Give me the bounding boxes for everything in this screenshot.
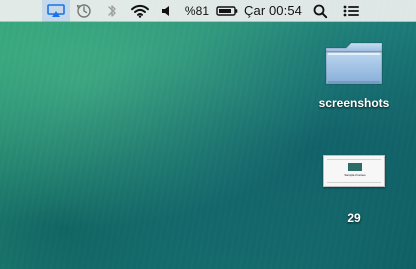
spotlight-button[interactable] <box>306 0 334 22</box>
airplay-button[interactable] <box>42 0 70 22</box>
volume-button[interactable] <box>154 0 182 22</box>
bluetooth-button[interactable] <box>98 0 126 22</box>
menu-bar: %81 Çar 00:54 <box>0 0 416 22</box>
desktop-folder[interactable]: screenshots <box>308 34 400 110</box>
folder-label: screenshots <box>318 96 390 110</box>
bluetooth-icon <box>106 3 118 19</box>
thumbnail-top-line <box>327 159 381 160</box>
desktop-file[interactable]: Sample Frames 29 <box>316 155 392 225</box>
menu-bar-clock[interactable]: Çar 00:54 <box>240 0 306 22</box>
battery-icon <box>216 5 238 17</box>
thumbnail-content: Sample Frames <box>324 156 384 186</box>
file-label: 29 <box>347 211 361 225</box>
notification-center-icon <box>342 4 360 18</box>
notification-center-button[interactable] <box>334 0 368 22</box>
file-thumbnail: Sample Frames <box>323 155 385 187</box>
thumbnail-square <box>348 163 362 171</box>
airplay-icon <box>47 3 65 18</box>
search-icon <box>312 3 328 19</box>
thumbnail-bottom-line <box>327 182 381 183</box>
time-machine-button[interactable] <box>70 0 98 22</box>
thumbnail-caption: Sample Frames <box>344 173 366 177</box>
volume-icon <box>160 4 176 18</box>
battery-button[interactable] <box>214 0 240 22</box>
time-machine-icon <box>76 3 92 19</box>
folder-icon <box>322 34 386 88</box>
wifi-icon <box>130 4 150 18</box>
wifi-button[interactable] <box>126 0 154 22</box>
battery-percentage: %81 <box>184 3 210 18</box>
